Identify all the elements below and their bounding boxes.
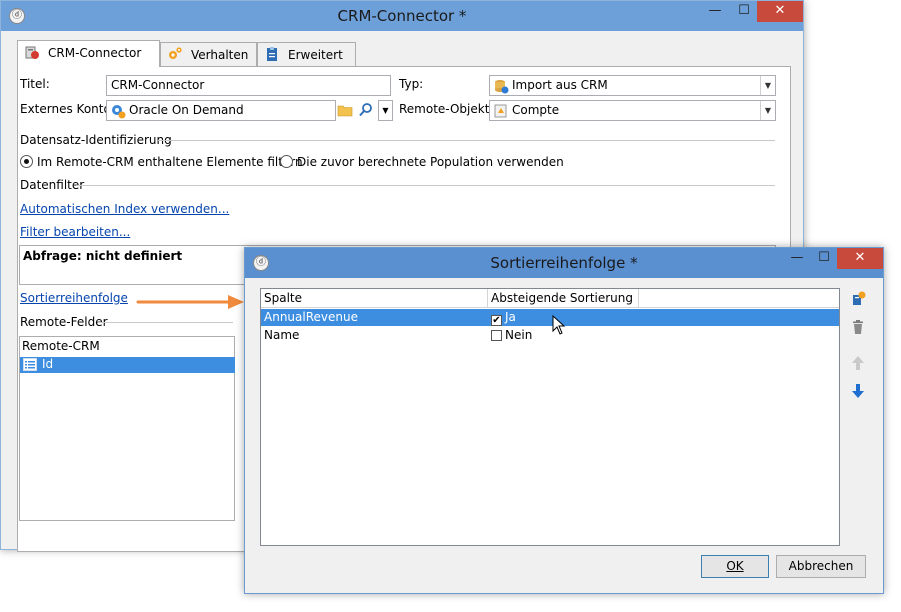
- row-column-name: Name: [264, 328, 300, 342]
- section-divider: [98, 322, 233, 323]
- list-item[interactable]: Id: [20, 357, 235, 373]
- table-row[interactable]: Name Nein: [261, 327, 839, 344]
- sort-grid[interactable]: Spalte Absteigende Sortierung AnnualReve…: [260, 288, 840, 546]
- add-icon[interactable]: [849, 291, 867, 309]
- radio-use-population[interactable]: Die zuvor berechnete Population verwende…: [280, 155, 564, 169]
- descending-label: Nein: [505, 328, 533, 342]
- cancel-label: Abbrechen: [788, 559, 854, 573]
- descending-label: Ja: [505, 310, 516, 324]
- main-window-title: CRM-Connector *: [337, 7, 467, 25]
- row-column-name: AnnualRevenue: [264, 310, 358, 324]
- gears-icon: [167, 46, 183, 62]
- sort-order-link[interactable]: Sortierreihenfolge: [20, 291, 128, 305]
- radio-button[interactable]: [280, 155, 293, 168]
- query-text: Abfrage: nicht definiert: [23, 249, 183, 263]
- data-filter-heading: Datenfilter: [20, 178, 85, 192]
- minimize-button[interactable]: —: [701, 1, 729, 22]
- close-button[interactable]: ✕: [757, 1, 803, 22]
- tab-label: CRM-Connector: [48, 46, 142, 60]
- clipboard-icon: [264, 46, 280, 62]
- type-label: Typ:: [399, 77, 424, 91]
- radio-button[interactable]: [20, 155, 33, 168]
- search-icon[interactable]: [358, 102, 376, 119]
- trash-icon[interactable]: [849, 319, 867, 337]
- tab-crm-connector[interactable]: CRM-Connector: [17, 40, 160, 67]
- record-identification-heading: Datensatz-Identifizierung: [20, 133, 172, 147]
- descending-checkbox[interactable]: [491, 330, 502, 341]
- external-account-value: Oracle On Demand: [129, 103, 244, 117]
- ok-button[interactable]: OK: [701, 555, 769, 578]
- oracle-account-icon: [110, 103, 126, 120]
- edit-filter-link[interactable]: Filter bearbeiten...: [20, 225, 130, 239]
- remote-fields-list[interactable]: Remote-CRM Id: [19, 336, 235, 521]
- table-row[interactable]: AnnualRevenue ✔ Ja: [261, 309, 839, 326]
- chevron-down-icon[interactable]: ▼: [760, 101, 775, 120]
- column-header-spalte[interactable]: Spalte: [261, 289, 488, 308]
- arrow-up-icon[interactable]: [849, 355, 867, 373]
- column-header-descending[interactable]: Absteigende Sortierung: [488, 289, 639, 308]
- cancel-button[interactable]: Abbrechen: [776, 555, 866, 578]
- remote-object-icon: [493, 103, 509, 120]
- remote-object-value: Compte: [512, 103, 560, 117]
- crm-connector-icon: [24, 44, 40, 60]
- section-divider: [76, 185, 775, 186]
- close-button[interactable]: ✕: [837, 248, 883, 269]
- account-dropdown-arrow[interactable]: ▼: [378, 100, 393, 121]
- tab-erweitert[interactable]: Erweitert: [257, 42, 356, 66]
- auto-index-link[interactable]: Automatischen Index verwenden...: [20, 202, 229, 216]
- arrow-down-icon[interactable]: [849, 383, 867, 401]
- grid-header: Spalte Absteigende Sortierung: [261, 289, 839, 308]
- type-value: Import aus CRM: [512, 78, 608, 92]
- tab-label: Erweitert: [288, 48, 343, 62]
- maximize-button[interactable]: ☐: [731, 1, 757, 22]
- sort-order-dialog: ⓓ Sortierreihenfolge * — ☐ ✕ Spalte Abst…: [244, 247, 884, 594]
- radio-label: Im Remote-CRM enthaltene Elemente filter…: [37, 155, 303, 169]
- dialog-titlebar[interactable]: ⓓ Sortierreihenfolge * — ☐ ✕: [245, 248, 883, 278]
- radio-filter-remote[interactable]: Im Remote-CRM enthaltene Elemente filter…: [20, 155, 303, 169]
- maximize-button[interactable]: ☐: [811, 248, 837, 269]
- remote-fields-heading: Remote-Felder: [20, 315, 108, 329]
- remote-object-combobox[interactable]: Compte ▼: [489, 100, 776, 121]
- type-combobox[interactable]: Import aus CRM ▼: [489, 75, 776, 96]
- database-import-icon: [493, 78, 509, 95]
- remote-crm-column-header: Remote-CRM: [22, 339, 100, 353]
- main-titlebar[interactable]: ⓓ CRM-Connector * — ☐ ✕: [1, 1, 803, 31]
- external-account-label: Externes Konto:: [20, 102, 115, 116]
- external-account-input[interactable]: Oracle On Demand: [106, 100, 336, 121]
- chevron-down-icon[interactable]: ▼: [760, 76, 775, 95]
- folder-icon[interactable]: [337, 102, 355, 119]
- list-item-label: Id: [42, 357, 54, 371]
- tab-label: Verhalten: [191, 48, 249, 62]
- descending-checkbox[interactable]: ✔: [491, 315, 502, 326]
- ok-label: OK: [726, 559, 744, 573]
- section-divider: [158, 140, 775, 141]
- field-icon: [23, 358, 37, 374]
- title-label: Titel:: [20, 77, 50, 91]
- radio-label: Die zuvor berechnete Population verwende…: [297, 155, 564, 169]
- title-input[interactable]: CRM-Connector: [106, 75, 391, 96]
- mouse-cursor-icon: [552, 315, 566, 335]
- remote-object-label: Remote-Objekt:: [399, 102, 494, 116]
- minimize-button[interactable]: —: [783, 248, 811, 269]
- tab-verhalten[interactable]: Verhalten: [160, 42, 257, 66]
- annotation-arrow: [136, 295, 244, 309]
